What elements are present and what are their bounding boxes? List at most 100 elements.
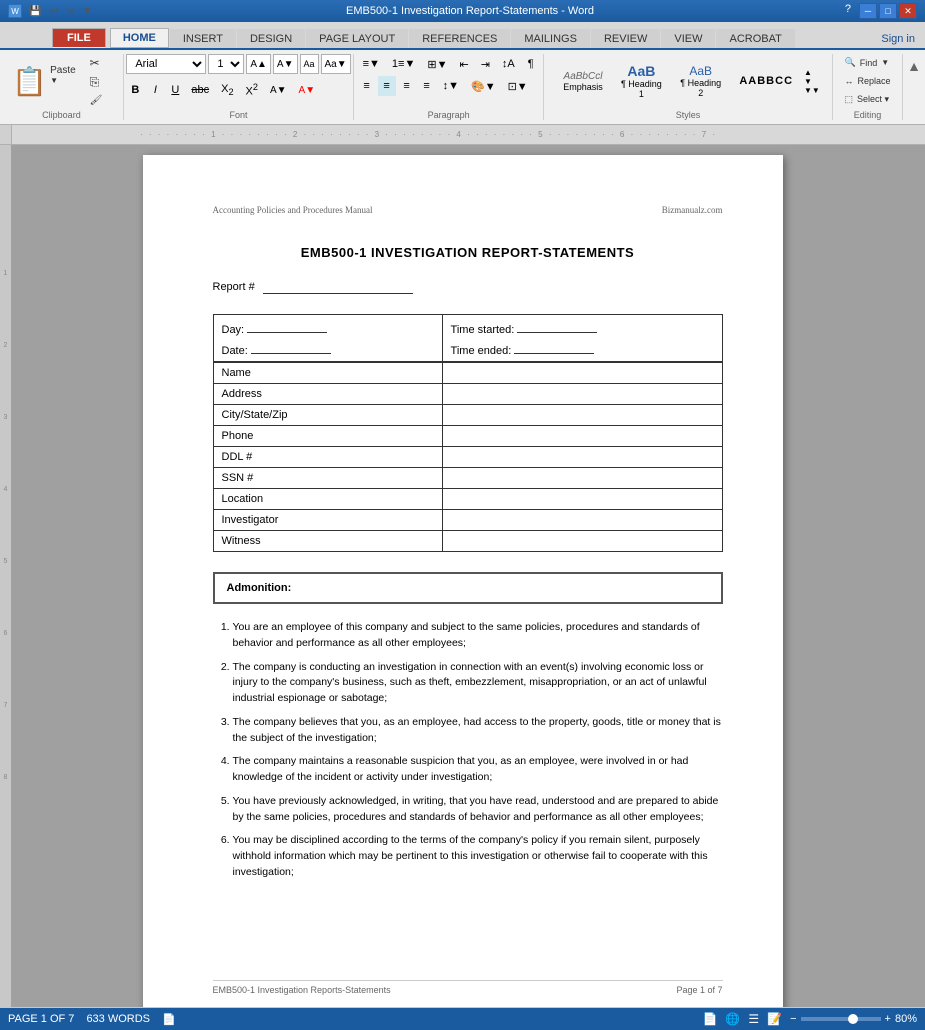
align-center-button[interactable]: ≡ [378,76,396,96]
tab-references[interactable]: REFERENCES [409,29,510,48]
paste-button[interactable]: 📋 Paste ▼ [5,60,82,103]
find-button[interactable]: 🔍 Find ▼ [840,54,895,71]
superscript-button[interactable]: X2 [241,80,263,100]
sign-in-button[interactable]: Sign in [871,30,925,48]
zoom-control[interactable]: − + 80% [790,1013,917,1025]
paste-icon: 📋 [12,65,47,98]
window-controls: ? ─ □ ✕ [845,3,917,19]
day-time-row: Day: Date: Time started: [213,315,722,362]
font-size-select[interactable]: 12 [208,54,244,74]
sort-button[interactable]: ↕A [497,54,520,74]
style-h2-preview: AaB [680,64,721,78]
customize-quick-access-button[interactable]: ▼ [79,5,95,18]
help-button[interactable]: ? [845,3,851,19]
tab-mailings[interactable]: MAILINGS [511,29,590,48]
line-spacing-button[interactable]: ↕▼ [438,76,464,96]
clear-format-button[interactable]: Aa [300,54,319,74]
view-web-icon[interactable]: 🌐 [725,1012,740,1026]
styles-scroll[interactable]: ▲ ▼ ▼▼ [804,68,820,95]
ribbon-group-font: Arial 12 A▲ A▼ Aa Aa▼ B I U abc X2 X2 [124,54,354,120]
copy-button[interactable]: ⎘ [86,73,118,92]
save-button[interactable]: 💾 [26,5,44,18]
borders-button[interactable]: ⊡▼ [503,76,533,96]
view-print-icon[interactable]: 📄 [702,1012,717,1026]
cut-button[interactable]: ✂ [86,54,118,72]
ruler-content: · · · · · · · · 1 · · · · · · · · 2 · · … [140,130,925,139]
font-group-content: Arial 12 A▲ A▼ Aa Aa▼ B I U abc X2 X2 [126,54,350,108]
editing-label: Editing [854,108,882,120]
admonition-list: You are an employee of this company and … [233,620,723,881]
day-field: Day: [222,319,434,336]
decrease-indent-button[interactable]: ⇤ [454,54,473,74]
time-ended-field: Time ended: [451,340,714,357]
increase-font-button[interactable]: A▲ [246,54,271,74]
italic-button[interactable]: I [146,80,164,100]
tab-page-layout[interactable]: PAGE LAYOUT [306,29,408,48]
minimize-button[interactable]: ─ [859,3,877,19]
tab-home[interactable]: HOME [110,28,169,48]
styles-group-content: AaBbCcl Emphasis AaB ¶ Heading 1 AaB ¶ H… [552,54,824,108]
font-name-select[interactable]: Arial [126,54,206,74]
style-heading1[interactable]: AaB ¶ Heading 1 [614,60,669,102]
decrease-font-button[interactable]: A▼ [273,54,298,74]
justify-button[interactable]: ≡ [418,76,436,96]
bold-button[interactable]: B [126,80,144,100]
ribbon-tabs: FILE HOME INSERT DESIGN PAGE LAYOUT REFE… [0,22,925,48]
change-case-button[interactable]: Aa▼ [321,54,351,74]
window-title: EMB500-1 Investigation Report-Statements… [95,5,845,17]
table-row: Phone [213,426,722,447]
align-right-button[interactable]: ≡ [398,76,416,96]
paste-label: Paste [50,65,76,76]
close-button[interactable]: ✕ [899,3,917,19]
restore-button[interactable]: □ [879,3,897,19]
multilevel-list-button[interactable]: ⊞▼ [422,54,452,74]
font-color-button[interactable]: A▼ [294,80,321,100]
tab-view[interactable]: VIEW [661,29,715,48]
zoom-in-button[interactable]: + [885,1013,891,1025]
word-count: 633 WORDS [86,1013,150,1026]
show-formatting-button[interactable]: ¶ [522,54,540,74]
redo-button[interactable]: ↪ [63,5,77,18]
tab-file[interactable]: FILE [52,28,106,48]
proofing-icon[interactable]: 📄 [162,1013,176,1026]
ribbon-collapse-button[interactable]: ▲ [903,54,925,120]
bullets-button[interactable]: ≡▼ [358,54,385,74]
alignment-buttons: ≡ ≡ ≡ ≡ ↕▼ 🎨▼ ⊡▼ [358,76,533,96]
select-icon: ⬚ [845,94,854,105]
find-dropdown-icon[interactable]: ▼ [881,58,889,67]
styles-label: Styles [676,108,701,120]
replace-button[interactable]: ↔ Replace [840,73,896,89]
increase-indent-button[interactable]: ⇥ [476,54,495,74]
tab-design[interactable]: DESIGN [237,29,305,48]
ribbon-content: 📋 Paste ▼ ✂ ⎘ 🖌 Clipboard A [0,48,925,124]
paste-dropdown[interactable]: ▼ [50,76,76,85]
tab-review[interactable]: REVIEW [591,29,660,48]
status-bar: PAGE 1 OF 7 633 WORDS 📄 📄 🌐 ☰ 📝 − + 80% [0,1008,925,1030]
ribbon: FILE HOME INSERT DESIGN PAGE LAYOUT REFE… [0,22,925,125]
numbering-button[interactable]: 1≡▼ [387,54,420,74]
style-h2-label: ¶ Heading 2 [680,78,721,98]
style-aabbcc[interactable]: AABBCC [732,72,800,90]
list-buttons: ≡▼ 1≡▼ ⊞▼ ⇤ ⇥ ↕A ¶ [358,54,540,74]
view-draft-icon[interactable]: 📝 [767,1012,782,1026]
tab-acrobat[interactable]: ACROBAT [716,29,794,48]
document-area: 1 2 3 4 5 6 7 8 Accounting Policies and … [0,145,925,1007]
style-emphasis[interactable]: AaBbCcl Emphasis [556,68,610,95]
ribbon-group-paragraph: ≡▼ 1≡▼ ⊞▼ ⇤ ⇥ ↕A ¶ ≡ ≡ ≡ ≡ ↕▼ 🎨▼ ⊡▼ [354,54,544,120]
tab-insert[interactable]: INSERT [170,29,236,48]
select-button[interactable]: ⬚ Select ▾ [840,91,895,108]
highlight-color-button[interactable]: A▼ [265,80,292,100]
align-left-button[interactable]: ≡ [358,76,376,96]
style-heading2[interactable]: AaB ¶ Heading 2 [673,61,728,101]
strikethrough-button[interactable]: abc [186,80,214,100]
zoom-out-button[interactable]: − [790,1013,796,1025]
shading-button[interactable]: 🎨▼ [466,76,501,96]
zoom-slider[interactable] [801,1017,881,1021]
underline-button[interactable]: U [166,80,184,100]
format-painter-button[interactable]: 🖌 [86,93,118,108]
view-outline-icon[interactable]: ☰ [748,1012,759,1026]
undo-button[interactable]: ↩ [46,5,60,18]
time-started-line [517,319,597,333]
title-bar-left: W 💾 ↩ ↪ ▼ [8,4,95,18]
subscript-button[interactable]: X2 [216,80,238,100]
